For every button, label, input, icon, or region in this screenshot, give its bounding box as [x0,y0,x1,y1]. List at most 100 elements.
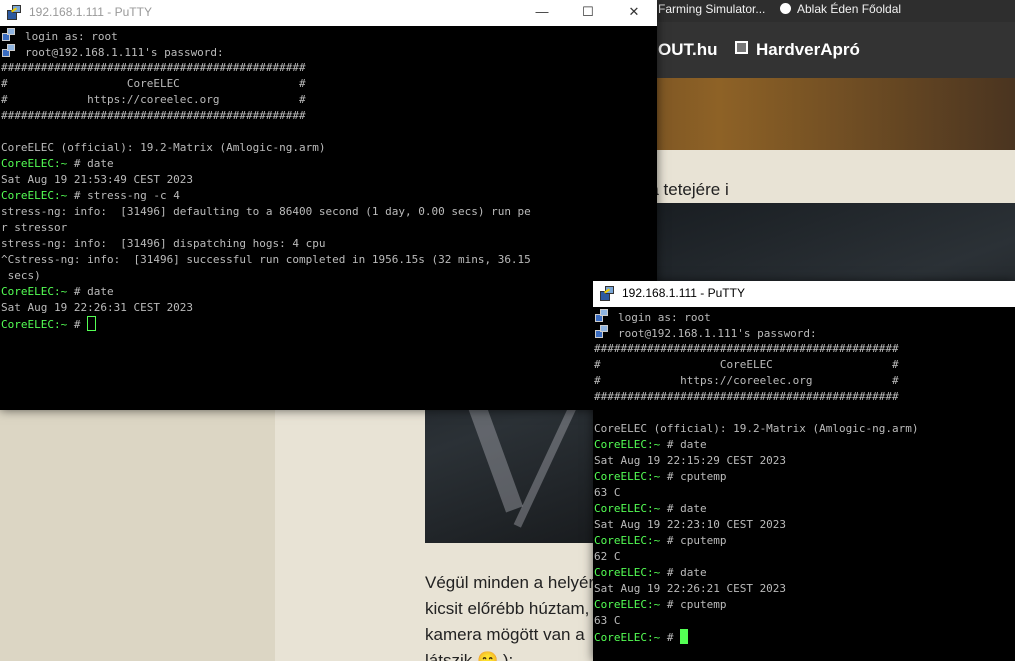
terminal-line: stress-ng: info: [31496] dispatching hog… [1,236,531,252]
nav-item-hardverapro[interactable]: HardverApró [735,40,860,60]
nav-label: HardverApró [756,40,860,59]
terminal-line: CoreELEC:~ # [1,316,531,332]
shell-prompt: CoreELEC:~ [1,189,68,202]
terminal-text: # date [660,438,707,451]
terminal-text: root@192.168.1.111's password: [25,46,224,59]
window-title: 192.168.1.111 - PuTTY [29,5,152,19]
terminal-text: ########################################… [1,109,306,122]
terminal-line: login as: root [594,309,919,325]
putty-icon [600,286,614,301]
titlebar[interactable]: 192.168.1.111 - PuTTY — ☐ ✕ [0,0,657,26]
terminal-line: # CoreELEC # [594,357,919,373]
terminal-text: # cputemp [660,470,727,483]
terminal-line: CoreELEC:~ # date [594,437,919,453]
bookmark-label: Farming Simulator... [658,2,766,16]
bookmark-ablak-eden[interactable]: Ablak Éden Főoldal [780,0,901,22]
terminal-line: ########################################… [594,389,919,405]
close-button[interactable]: ✕ [611,0,657,26]
shell-prompt: CoreELEC:~ [594,566,661,579]
terminal-text: login as: root [618,311,711,324]
terminal-line: # https://coreelec.org # [594,373,919,389]
terminal-line: root@192.168.1.111's password: [1,44,531,60]
terminal-line: Sat Aug 19 22:26:21 CEST 2023 [594,581,919,597]
terminal-line: CoreELEC:~ # date [1,156,531,172]
terminal-line: # CoreELEC # [1,76,531,92]
putty-icon [7,5,21,20]
terminal-line: 63 C [594,613,919,629]
globe-icon [780,3,791,14]
article-line: Végül minden a helyér [425,573,595,592]
terminal-text: # date [67,285,114,298]
terminal-line: stress-ng: info: [31496] defaulting to a… [1,204,531,220]
minimize-button[interactable]: — [519,0,565,26]
shell-prompt: CoreELEC:~ [1,157,68,170]
terminal-cursor[interactable] [87,316,97,331]
terminal-text: ########################################… [594,342,899,355]
nav-item-out[interactable]: OUT.hu [658,40,718,60]
shell-prompt: CoreELEC:~ [594,631,661,644]
bookmark-farming-simulator[interactable]: Farming Simulator... [658,0,765,22]
terminal-line: 63 C [594,485,919,501]
putty-key-icon [1,44,17,58]
terminal-line: root@192.168.1.111's password: [594,325,919,341]
shell-prompt: CoreELEC:~ [1,318,68,331]
terminal-line: Sat Aug 19 22:23:10 CEST 2023 [594,517,919,533]
terminal-text: 62 C [594,550,621,563]
terminal-line: CoreELEC:~ # cputemp [594,597,919,613]
shell-prompt: CoreELEC:~ [1,285,68,298]
shell-prompt: CoreELEC:~ [594,598,661,611]
terminal-text: Sat Aug 19 22:26:31 CEST 2023 [1,301,194,314]
terminal-line: CoreELEC:~ # stress-ng -c 4 [1,188,531,204]
terminal-line: ########################################… [1,108,531,124]
terminal-text: ########################################… [1,61,306,74]
terminal-line: CoreELEC:~ # cputemp [594,533,919,549]
terminal-text: secs) [1,269,41,282]
shell-prompt: CoreELEC:~ [594,534,661,547]
terminal-text: CoreELEC (official): 19.2-Matrix (Amlogi… [1,141,326,154]
square-icon [735,41,748,54]
terminal-text: # CoreELEC # [1,77,306,90]
terminal-line: CoreELEC:~ # date [594,501,919,517]
terminal-line: 62 C [594,549,919,565]
article-paragraph: Végül minden a helyér kicsit előrébb húz… [425,570,594,661]
terminal-text: # [67,318,88,331]
bookmark-label: Ablak Éden Főoldal [797,2,902,16]
terminal-text: # date [660,566,707,579]
terminal-text: Sat Aug 19 22:15:29 CEST 2023 [594,454,787,467]
terminal-text: stress-ng: info: [31496] defaulting to a… [1,205,531,218]
terminal-line: CoreELEC:~ # date [594,565,919,581]
terminal-text: Sat Aug 19 21:53:49 CEST 2023 [1,173,194,186]
shell-prompt: CoreELEC:~ [594,470,661,483]
terminal-text: Sat Aug 19 22:26:21 CEST 2023 [594,582,787,595]
terminal-line: CoreELEC (official): 19.2-Matrix (Amlogi… [594,421,919,437]
terminal-output[interactable]: login as: root root@192.168.1.111's passw… [593,307,919,645]
terminal-text: ########################################… [594,390,899,403]
titlebar[interactable]: 192.168.1.111 - PuTTY [593,281,1015,307]
terminal-text: # date [67,157,114,170]
terminal-output[interactable]: login as: root root@192.168.1.111's passw… [0,26,531,332]
terminal-text: r stressor [1,221,68,234]
terminal-cursor[interactable] [680,629,689,644]
terminal-line: # https://coreelec.org # [1,92,531,108]
putty-key-icon [1,28,17,42]
terminal-text: login as: root [25,30,118,43]
terminal-text: root@192.168.1.111's password: [618,327,817,340]
maximize-button[interactable]: ☐ [565,0,611,26]
nav-label: OUT.hu [658,40,718,59]
putty-window-1[interactable]: 192.168.1.111 - PuTTY — ☐ ✕ login as: ro… [0,0,657,410]
terminal-line: CoreELEC (official): 19.2-Matrix (Amlogi… [1,140,531,156]
terminal-text: # https://coreelec.org # [1,93,306,106]
putty-key-icon [594,325,610,339]
terminal-line: Sat Aug 19 22:15:29 CEST 2023 [594,453,919,469]
terminal-line: ########################################… [1,60,531,76]
terminal-text: ^Cstress-ng: info: [31496] successful ru… [1,253,531,266]
shell-prompt: CoreELEC:~ [594,502,661,515]
window-title: 192.168.1.111 - PuTTY [622,286,745,300]
putty-key-icon [594,309,610,323]
putty-window-2[interactable]: 192.168.1.111 - PuTTY login as: root root… [593,281,1015,661]
article-line: kicsit előrébb húztam, [425,599,590,618]
shell-prompt: CoreELEC:~ [594,438,661,451]
article-line: látszik 😁 ): [425,651,514,661]
